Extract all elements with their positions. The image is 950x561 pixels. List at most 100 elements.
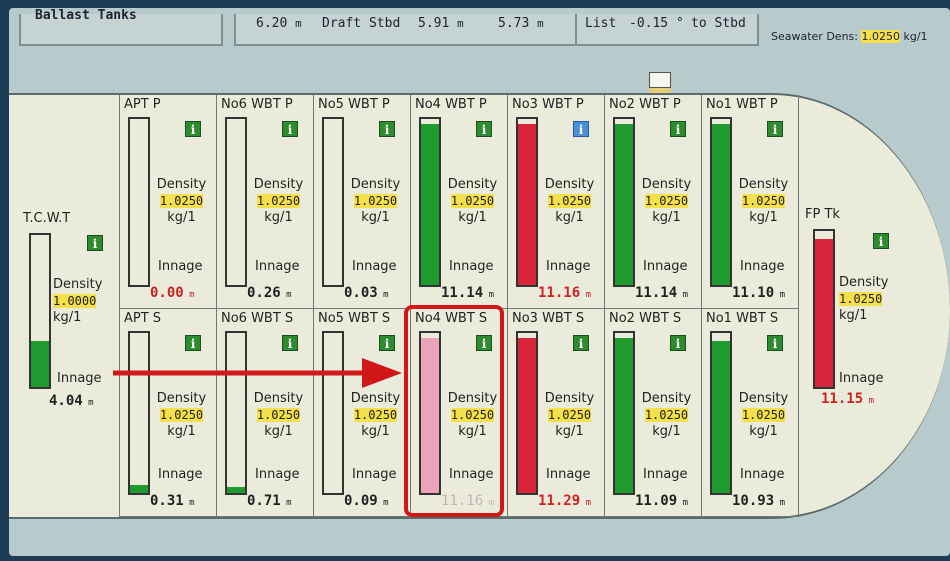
innage-value: 11.16 m	[538, 285, 591, 301]
info-icon[interactable]: i	[379, 121, 395, 137]
tank-cell-no1_s[interactable]: No1 WBT S i Density 1.0250 kg/1 Innage 10.93 m	[701, 309, 798, 517]
innage-label: Innage	[255, 467, 300, 482]
level-gauge	[613, 331, 635, 495]
innage-value: 0.09 m	[344, 493, 389, 509]
density-label: Density	[447, 391, 498, 406]
tank-cell-no6_s[interactable]: No6 WBT S i Density 1.0250 kg/1 Innage 0.71 m	[216, 309, 313, 517]
density-unit: kg/1	[652, 424, 681, 439]
tank-name: No5 WBT S	[318, 311, 391, 326]
innage-label: Innage	[158, 259, 203, 274]
density-block: Density 1.0250 kg/1	[150, 177, 213, 226]
density-value: 1.0250	[353, 194, 398, 208]
density-block: Density 1.0250 kg/1	[732, 391, 795, 440]
density-unit: kg/1	[458, 424, 487, 439]
density-label: Density	[156, 391, 207, 406]
list-box: List -0.15 ° to Stbd	[575, 14, 759, 46]
info-icon[interactable]: i	[670, 335, 686, 351]
tank-cell-no4_s[interactable]: No4 WBT S i Density 1.0250 kg/1 Innage 11.16 m	[410, 309, 507, 517]
density-value: 1.0250	[256, 408, 301, 422]
density-label: Density	[447, 177, 498, 192]
tank-name: No4 WBT S	[415, 311, 488, 326]
level-gauge	[322, 331, 344, 495]
density-label: Density	[738, 177, 789, 192]
tank-cell-no6_p[interactable]: No6 WBT P i Density 1.0250 kg/1 Innage 0.26 m	[216, 95, 313, 309]
innage-value: 11.15 m	[821, 391, 874, 407]
info-icon[interactable]: i	[476, 121, 492, 137]
level-gauge	[29, 233, 51, 389]
density-unit: kg/1	[555, 210, 584, 225]
info-icon[interactable]: i	[767, 121, 783, 137]
tank-name: No1 WBT S	[706, 311, 779, 326]
info-icon[interactable]: i	[185, 335, 201, 351]
innage-value: 0.26 m	[247, 285, 292, 301]
density-label: Density	[350, 177, 401, 192]
info-icon[interactable]: i	[767, 335, 783, 351]
draft-stbd-label: Draft Stbd	[322, 16, 401, 31]
level-gauge	[225, 331, 247, 495]
density-block: Density 1.0250 kg/1	[441, 177, 504, 226]
density-unit: kg/1	[167, 424, 196, 439]
density-label: Density	[839, 275, 889, 290]
info-icon[interactable]: i	[670, 121, 686, 137]
density-unit: kg/1	[839, 308, 868, 323]
tank-cell-no5_s[interactable]: No5 WBT S i Density 1.0250 kg/1 Innage 0.09 m	[313, 309, 410, 517]
tank-cell-apt_p[interactable]: APT P i Density 1.0250 kg/1 Innage 0.00 m	[119, 95, 216, 309]
density-block: Density 1.0000 kg/1	[53, 277, 102, 326]
innage-label: Innage	[352, 259, 397, 274]
density-value: 1.0250	[159, 408, 204, 422]
tank-cell-tcwt[interactable]: T.C.W.T i Density 1.0000 kg/1 Innage 4.04 m	[9, 95, 119, 517]
ballast-title: Ballast Tanks	[35, 8, 137, 23]
innage-label: Innage	[449, 259, 494, 274]
level-gauge	[710, 117, 732, 287]
info-icon[interactable]: i	[282, 121, 298, 137]
density-block: Density 1.0250 kg/1	[839, 275, 888, 324]
info-icon[interactable]: i	[873, 233, 889, 249]
innage-value: 4.04 m	[49, 393, 94, 409]
tank-cell-no4_p[interactable]: No4 WBT P i Density 1.0250 kg/1 Innage 11.14 m	[410, 95, 507, 309]
info-icon[interactable]: i	[185, 121, 201, 137]
info-icon[interactable]: i	[379, 335, 395, 351]
density-value: 1.0250	[547, 194, 592, 208]
tank-cell-no3_p[interactable]: No3 WBT P i Density 1.0250 kg/1 Innage 11.16 m	[507, 95, 604, 309]
tank-cell-apt_s[interactable]: APT S i Density 1.0250 kg/1 Innage 0.31 m	[119, 309, 216, 517]
level-gauge	[516, 331, 538, 495]
list-side: to Stbd	[691, 16, 746, 31]
level-fill	[518, 123, 536, 285]
level-gauge	[613, 117, 635, 287]
info-icon[interactable]: i	[282, 335, 298, 351]
tank-cell-no3_s[interactable]: No3 WBT S i Density 1.0250 kg/1 Innage 11.29 m	[507, 309, 604, 517]
density-value: 1.0250	[450, 408, 495, 422]
level-gauge	[225, 117, 247, 287]
seawater-unit: kg/1	[903, 30, 928, 43]
density-value: 1.0250	[741, 408, 786, 422]
tank-cell-fp[interactable]: FP Tk i Density 1.0250 kg/1 Innage 11.15 m	[798, 95, 939, 517]
density-block: Density 1.0250 kg/1	[635, 177, 698, 226]
density-value: 1.0000	[53, 294, 97, 308]
info-icon[interactable]: i	[573, 335, 589, 351]
ballast-title-box: Ballast Tanks	[19, 8, 223, 46]
density-label: Density	[253, 391, 304, 406]
tank-name: No2 WBT P	[609, 97, 681, 112]
info-icon[interactable]: i	[476, 335, 492, 351]
density-unit: kg/1	[555, 424, 584, 439]
tank-name: No3 WBT S	[512, 311, 585, 326]
density-label: Density	[641, 177, 692, 192]
density-label: Density	[544, 177, 595, 192]
draft-box: 6.20 m Draft Stbd 5.91 m 5.73 m	[234, 14, 578, 46]
tank-cell-no2_s[interactable]: No2 WBT S i Density 1.0250 kg/1 Innage 11.09 m	[604, 309, 701, 517]
tank-cell-no5_p[interactable]: No5 WBT P i Density 1.0250 kg/1 Innage 0.03 m	[313, 95, 410, 309]
innage-label: Innage	[546, 259, 591, 274]
draft-stbd-value-2: 5.73 m	[498, 16, 544, 31]
tank-cell-no2_p[interactable]: No2 WBT P i Density 1.0250 kg/1 Innage 11.14 m	[604, 95, 701, 309]
tank-cell-no1_p[interactable]: No1 WBT P i Density 1.0250 kg/1 Innage 11.10 m	[701, 95, 798, 309]
level-fill	[421, 123, 439, 285]
density-block: Density 1.0250 kg/1	[344, 177, 407, 226]
density-unit: kg/1	[264, 210, 293, 225]
top-status-bar: Ballast Tanks 6.20 m Draft Stbd 5.91 m 5…	[9, 8, 950, 48]
innage-value: 11.14 m	[441, 285, 494, 301]
density-unit: kg/1	[167, 210, 196, 225]
level-fill	[518, 337, 536, 493]
info-icon[interactable]: i	[573, 121, 589, 137]
info-icon[interactable]: i	[87, 235, 103, 251]
density-label: Density	[253, 177, 304, 192]
